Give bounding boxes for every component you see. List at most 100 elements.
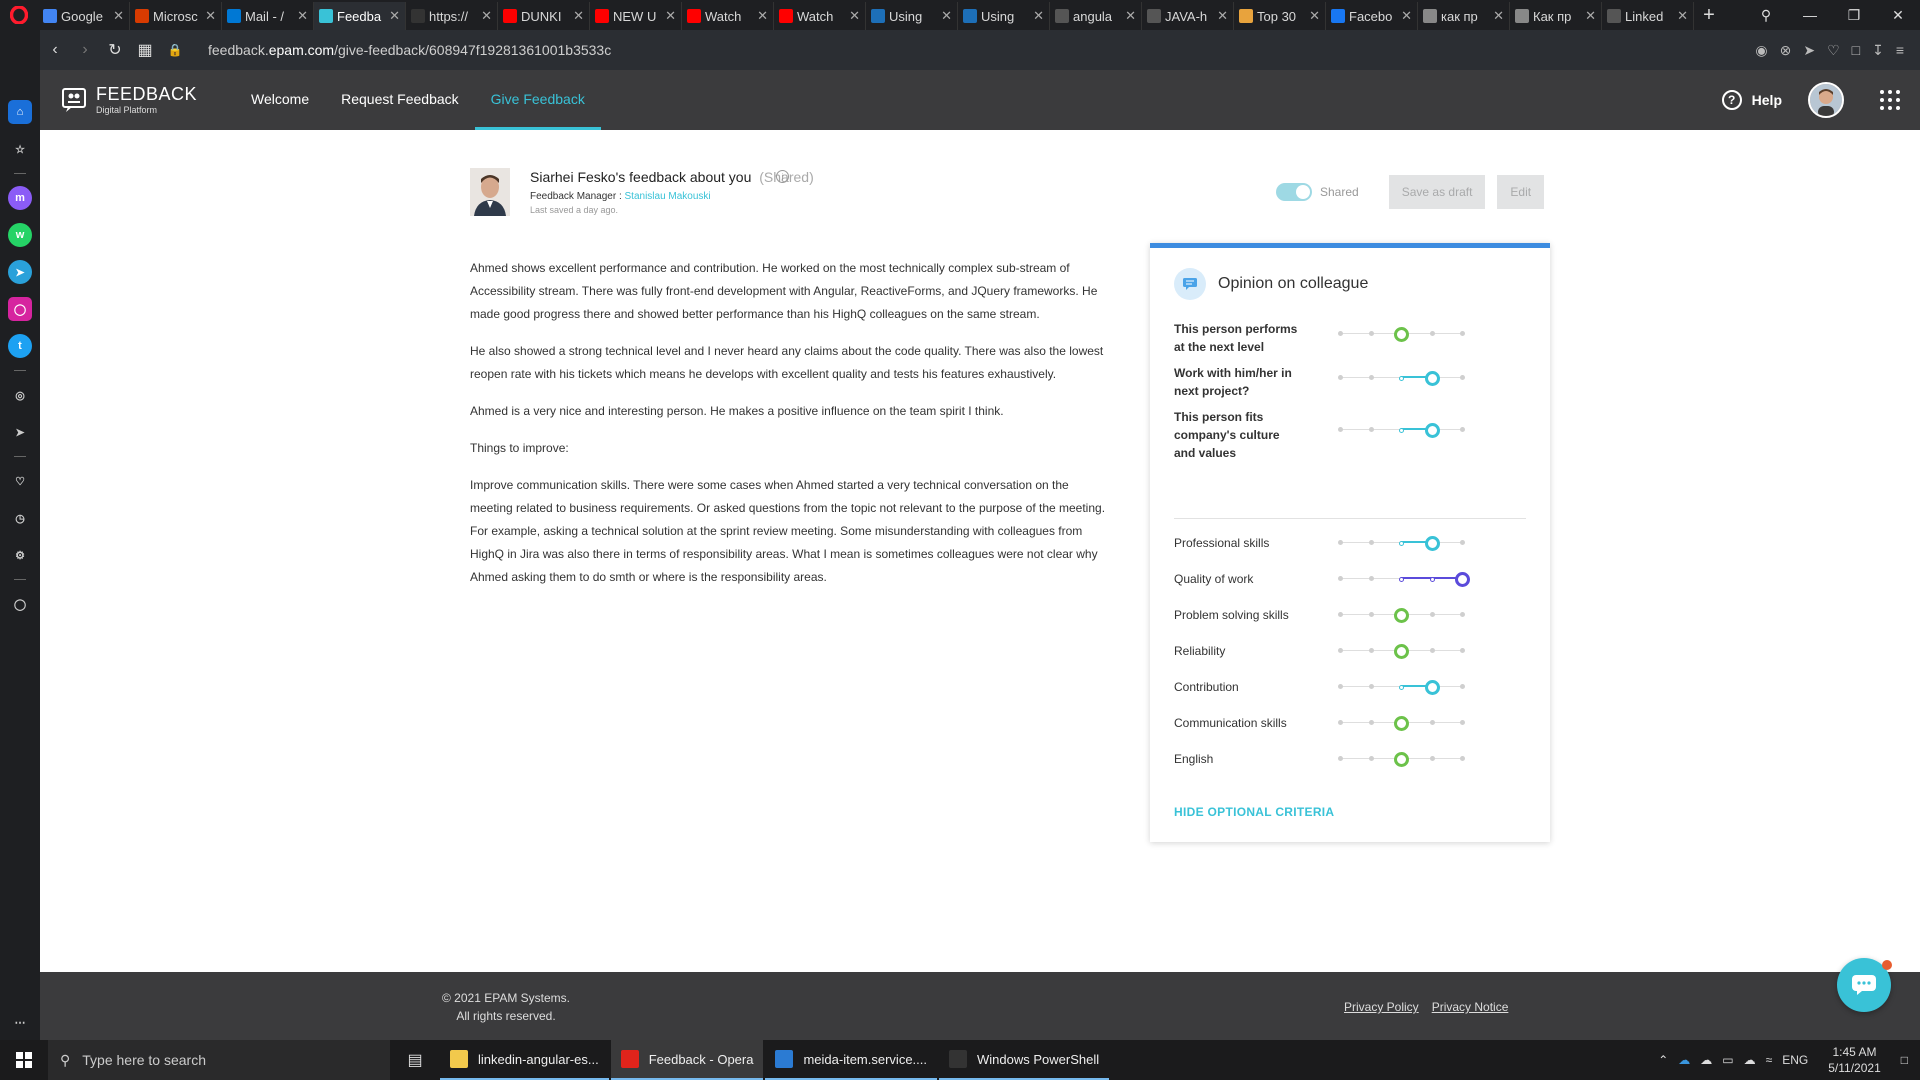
browser-tab[interactable]: Using ✕ bbox=[866, 2, 958, 30]
browser-tab[interactable]: Watch ✕ bbox=[774, 2, 866, 30]
slider-knob[interactable] bbox=[1394, 716, 1409, 731]
browser-tab[interactable]: Top 30 ✕ bbox=[1234, 2, 1326, 30]
tab-close-icon[interactable]: ✕ bbox=[757, 8, 768, 24]
player-icon[interactable]: ◎ bbox=[8, 383, 32, 407]
rating-slider[interactable] bbox=[1338, 607, 1465, 623]
rating-slider[interactable] bbox=[1338, 751, 1465, 767]
tab-close-icon[interactable]: ✕ bbox=[665, 8, 676, 24]
settings-icon[interactable]: ⚙ bbox=[8, 543, 32, 567]
tab-close-icon[interactable]: ✕ bbox=[1585, 8, 1596, 24]
battery-icon[interactable]: ▭ bbox=[1722, 1053, 1733, 1067]
reload-button[interactable]: ↻ bbox=[100, 40, 130, 60]
taskbar-app[interactable]: Feedback - Opera bbox=[610, 1040, 764, 1080]
download-icon[interactable]: ↧ bbox=[1872, 42, 1884, 59]
tab-close-icon[interactable]: ✕ bbox=[941, 8, 952, 24]
heart-icon[interactable]: ♡ bbox=[1827, 42, 1840, 59]
slider-knob[interactable] bbox=[1424, 423, 1440, 438]
manager-link[interactable]: Stanislau Makouski bbox=[625, 191, 711, 202]
instagram-icon[interactable]: ◯ bbox=[8, 297, 32, 321]
user-avatar[interactable] bbox=[1808, 82, 1844, 118]
browser-tab[interactable]: Watch ✕ bbox=[682, 2, 774, 30]
rating-slider[interactable] bbox=[1338, 370, 1465, 386]
browser-tab[interactable]: Feedba ✕ bbox=[314, 2, 406, 30]
slider-knob[interactable] bbox=[1455, 572, 1470, 587]
close-window-button[interactable]: ✕ bbox=[1876, 7, 1920, 24]
hide-optional-criteria-link[interactable]: HIDE OPTIONAL CRITERIA bbox=[1174, 805, 1334, 819]
star-icon[interactable]: ☆ bbox=[8, 137, 32, 161]
privacy-notice-link[interactable]: Privacy Notice bbox=[1432, 1000, 1509, 1014]
tray-chevron-icon[interactable]: ⌃ bbox=[1658, 1053, 1668, 1067]
slider-knob[interactable] bbox=[1424, 680, 1440, 695]
camera-icon[interactable]: ◉ bbox=[1755, 42, 1767, 59]
wifi-icon[interactable]: ≈ bbox=[1766, 1053, 1773, 1067]
tab-close-icon[interactable]: ✕ bbox=[1217, 8, 1228, 24]
messenger-icon[interactable]: m bbox=[8, 186, 32, 210]
slider-knob[interactable] bbox=[1394, 644, 1409, 659]
opera-logo-icon[interactable] bbox=[0, 0, 38, 30]
slider-knob[interactable] bbox=[1394, 752, 1409, 767]
taskbar-app[interactable]: Windows PowerShell bbox=[939, 1040, 1110, 1080]
rating-slider[interactable] bbox=[1338, 326, 1465, 342]
tab-close-icon[interactable]: ✕ bbox=[1677, 8, 1688, 24]
browser-tab[interactable]: Как пр ✕ bbox=[1510, 2, 1602, 30]
new-tab-button[interactable]: + bbox=[1694, 4, 1724, 27]
privacy-policy-link[interactable]: Privacy Policy bbox=[1344, 1000, 1419, 1014]
tab-close-icon[interactable]: ✕ bbox=[1401, 8, 1412, 24]
slider-knob[interactable] bbox=[1394, 327, 1409, 342]
info-icon[interactable]: i bbox=[776, 170, 789, 183]
tab-close-icon[interactable]: ✕ bbox=[389, 8, 400, 24]
slider-knob[interactable] bbox=[1424, 371, 1440, 386]
back-button[interactable]: ‹ bbox=[40, 41, 70, 59]
rating-slider[interactable] bbox=[1338, 679, 1465, 695]
home-icon[interactable]: ⌂ bbox=[8, 100, 32, 124]
flow-icon[interactable]: ➤ bbox=[8, 420, 32, 444]
windows-start-icon[interactable] bbox=[0, 1040, 48, 1080]
cube-icon[interactable]: □ bbox=[1852, 42, 1860, 59]
browser-tab[interactable]: Google ✕ bbox=[38, 2, 130, 30]
rating-slider[interactable] bbox=[1338, 571, 1470, 587]
tab-grid-icon[interactable]: ▦ bbox=[130, 40, 160, 60]
send-icon[interactable]: ➤ bbox=[1803, 42, 1815, 59]
tab-close-icon[interactable]: ✕ bbox=[481, 8, 492, 24]
search-tabs-icon[interactable]: ⚲ bbox=[1744, 7, 1788, 24]
tab-close-icon[interactable]: ✕ bbox=[205, 8, 216, 24]
tab-close-icon[interactable]: ✕ bbox=[1309, 8, 1320, 24]
maximize-button[interactable]: ❐ bbox=[1832, 7, 1876, 24]
browser-tab[interactable]: DUNKI ✕ bbox=[498, 2, 590, 30]
save-as-draft-button[interactable]: Save as draft bbox=[1388, 175, 1486, 209]
forward-button[interactable]: › bbox=[70, 41, 100, 59]
twitter-icon[interactable]: t bbox=[8, 334, 32, 358]
upload-icon[interactable]: ☁ bbox=[1744, 1053, 1756, 1067]
minimize-button[interactable]: — bbox=[1788, 7, 1832, 23]
url-field[interactable]: feedback.epam.com/give-feedback/608947f1… bbox=[208, 42, 611, 58]
nav-request-feedback[interactable]: Request Feedback bbox=[325, 70, 475, 130]
more-icon[interactable]: ⋯ bbox=[8, 1010, 32, 1034]
tab-close-icon[interactable]: ✕ bbox=[113, 8, 124, 24]
browser-tab[interactable]: Mail - / ✕ bbox=[222, 2, 314, 30]
bookmarks-heart-icon[interactable]: ♡ bbox=[8, 469, 32, 493]
slider-knob[interactable] bbox=[1394, 608, 1409, 623]
tab-close-icon[interactable]: ✕ bbox=[849, 8, 860, 24]
edit-button[interactable]: Edit bbox=[1497, 175, 1545, 209]
browser-tab[interactable]: https:// ✕ bbox=[406, 2, 498, 30]
browser-tab[interactable]: Linked ✕ bbox=[1602, 2, 1694, 30]
tab-close-icon[interactable]: ✕ bbox=[1125, 8, 1136, 24]
tab-close-icon[interactable]: ✕ bbox=[1493, 8, 1504, 24]
browser-tab[interactable]: Using ✕ bbox=[958, 2, 1050, 30]
nav-give-feedback[interactable]: Give Feedback bbox=[474, 70, 601, 130]
onedrive-icon[interactable]: ☁ bbox=[1678, 1053, 1690, 1067]
browser-tab[interactable]: Microsc ✕ bbox=[130, 2, 222, 30]
cloud-icon[interactable]: ☁ bbox=[1700, 1053, 1712, 1067]
history-icon[interactable]: ◷ bbox=[8, 506, 32, 530]
nav-welcome[interactable]: Welcome bbox=[235, 70, 325, 130]
feedback-logo[interactable]: FEEDBACK Digital Platform bbox=[60, 85, 197, 115]
slider-knob[interactable] bbox=[1424, 536, 1440, 551]
adblock-icon[interactable]: ⊗ bbox=[1780, 42, 1792, 59]
browser-tab[interactable]: NEW U ✕ bbox=[590, 2, 682, 30]
taskbar-app[interactable]: linkedin-angular-es... bbox=[440, 1040, 609, 1080]
help-button[interactable]: ? Help bbox=[1721, 90, 1782, 110]
rating-slider[interactable] bbox=[1338, 422, 1465, 438]
browser-tab[interactable]: angula ✕ bbox=[1050, 2, 1142, 30]
tab-close-icon[interactable]: ✕ bbox=[573, 8, 584, 24]
rating-slider[interactable] bbox=[1338, 643, 1465, 659]
